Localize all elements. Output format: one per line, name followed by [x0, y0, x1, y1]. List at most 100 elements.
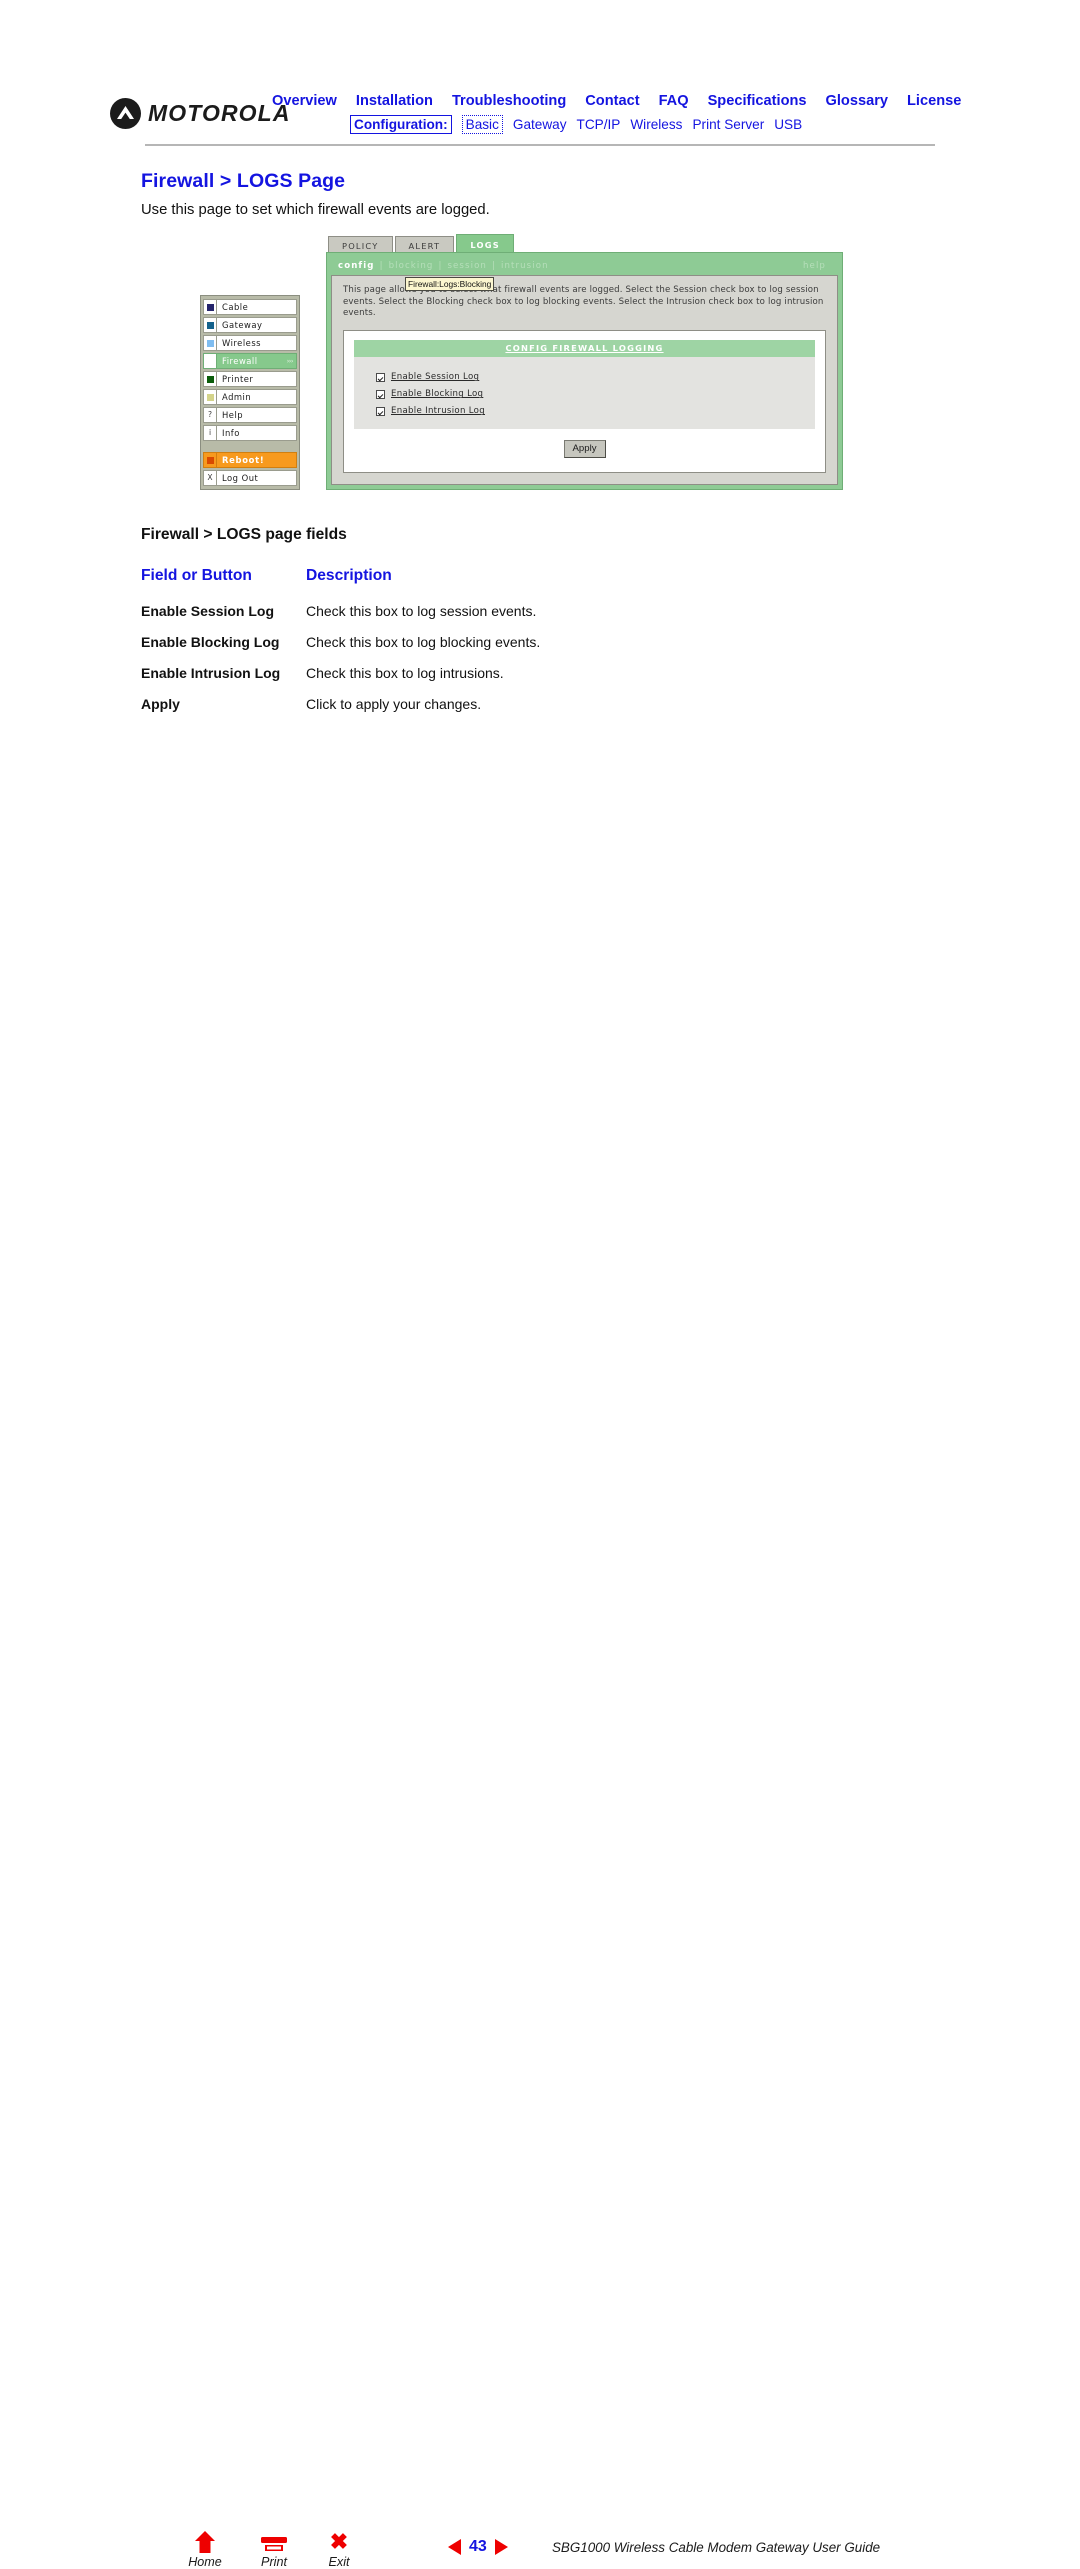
column-header-field: Field or Button	[141, 567, 252, 584]
sidebar-item-firewall[interactable]: Firewall ›››	[203, 353, 297, 369]
table-row: Enable Intrusion Log Check this box to l…	[141, 665, 841, 696]
nav-item-overview[interactable]: Overview	[272, 92, 337, 110]
sidebar-item-label: Admin	[222, 392, 252, 402]
subnav-item-intrusion[interactable]: intrusion	[501, 261, 549, 271]
router-sidebar: Cable Gateway Wireless Firewall ››› Prin…	[200, 295, 300, 490]
apply-button[interactable]: Apply	[563, 439, 606, 458]
checkbox-label[interactable]: Enable Session Log	[391, 372, 479, 382]
checkbox-row[interactable]: Enable Intrusion Log	[376, 403, 815, 420]
fields-table: Field or Button Description Enable Sessi…	[141, 567, 841, 727]
configuration-label: Configuration:	[350, 115, 452, 134]
subnav-separator: |	[379, 261, 384, 271]
sidebar-item-admin[interactable]: Admin	[203, 389, 297, 405]
brand-name: MOTOROLA	[148, 100, 291, 126]
sidebar-item-gateway[interactable]: Gateway	[203, 317, 297, 333]
motorola-batwing-logo-icon	[110, 98, 141, 129]
cell-description: Check this box to log blocking events.	[306, 634, 541, 650]
home-label: Home	[188, 2555, 222, 2569]
page-intro-text: Use this page to set which firewall even…	[141, 202, 490, 218]
gateway-chip-icon	[204, 318, 217, 332]
home-button[interactable]: Home	[176, 2528, 234, 2569]
nav-item-wireless[interactable]: Wireless	[630, 116, 682, 133]
page-title: Firewall > LOGS Page	[141, 170, 346, 192]
enable-session-log-checkbox[interactable]	[376, 372, 385, 382]
subnav-item-config[interactable]: config	[338, 261, 375, 271]
nav-item-installation[interactable]: Installation	[356, 92, 433, 110]
nav-item-faq[interactable]: FAQ	[659, 92, 689, 110]
nav-item-license[interactable]: License	[907, 92, 961, 110]
subnav-item-help[interactable]: help	[803, 261, 831, 271]
checkbox-group: Enable Session Log Enable Blocking Log E…	[354, 356, 815, 429]
brand-logo: MOTOROLA	[110, 98, 291, 129]
table-header-row: Field or Button Description	[141, 567, 841, 603]
subnav-separator: |	[491, 261, 496, 271]
cell-field: Enable Intrusion Log	[141, 665, 281, 681]
wireless-chip-icon	[204, 336, 217, 350]
print-button[interactable]: Print	[245, 2528, 303, 2569]
home-icon	[176, 2528, 234, 2554]
subnav-separator: |	[438, 261, 443, 271]
nav-item-glossary[interactable]: Glossary	[826, 92, 888, 110]
page-navigator: 43	[448, 2538, 508, 2556]
sidebar-item-label: Info	[222, 428, 240, 438]
sidebar-item-label: Log Out	[222, 473, 259, 483]
print-label: Print	[261, 2555, 287, 2569]
page-number: 43	[469, 2538, 487, 2555]
table-row: Enable Blocking Log Check this box to lo…	[141, 634, 841, 665]
subnav-item-session[interactable]: session	[447, 261, 487, 271]
fields-section-title: Firewall > LOGS page fields	[141, 526, 347, 543]
embedded-router-screenshot: Cable Gateway Wireless Firewall ››› Prin…	[198, 232, 843, 492]
cell-field: Enable Blocking Log	[141, 634, 280, 650]
page-header: MOTOROLA Overview Installation Troublesh…	[0, 0, 1080, 150]
close-x-icon: ✖	[329, 2529, 349, 2554]
table-row: Enable Session Log Check this box to log…	[141, 603, 841, 634]
nav-item-specifications[interactable]: Specifications	[708, 92, 807, 110]
tooltip: Firewall:Logs:Blocking	[405, 277, 495, 291]
document-title: SBG1000 Wireless Cable Modem Gateway Use…	[552, 2540, 881, 2555]
reboot-chip-icon	[204, 453, 217, 467]
table-row: Apply Click to apply your changes.	[141, 696, 841, 727]
page-footer: Home Print ✖ Exit 43 SBG1000 Wireless Ca…	[0, 1258, 1080, 2569]
nav-item-gateway[interactable]: Gateway	[513, 116, 567, 133]
question-mark-icon: ?	[204, 408, 217, 422]
close-x-icon: X	[204, 471, 217, 485]
cell-description: Click to apply your changes.	[306, 696, 482, 712]
apply-button-row: Apply	[354, 429, 815, 458]
sidebar-item-wireless[interactable]: Wireless	[203, 335, 297, 351]
subnav-item-blocking[interactable]: blocking	[389, 261, 434, 271]
exit-button[interactable]: ✖ Exit	[310, 2528, 368, 2569]
admin-chip-icon	[204, 390, 217, 404]
cell-field: Enable Session Log	[141, 603, 275, 619]
nav-item-basic[interactable]: Basic	[461, 115, 503, 134]
sidebar-item-label: Firewall	[222, 356, 258, 366]
enable-intrusion-log-checkbox[interactable]	[376, 406, 385, 416]
printer-chip-icon	[204, 372, 217, 386]
sidebar-item-log-out[interactable]: X Log Out	[203, 470, 297, 486]
sidebar-item-info[interactable]: i Info	[203, 425, 297, 441]
info-icon: i	[204, 426, 217, 440]
cell-description: Check this box to log session events.	[306, 603, 537, 619]
checkbox-label[interactable]: Enable Intrusion Log	[391, 406, 485, 416]
enable-blocking-log-checkbox[interactable]	[376, 389, 385, 399]
checkbox-row[interactable]: Enable Blocking Log	[376, 386, 815, 403]
sidebar-item-label: Reboot!	[222, 455, 265, 465]
triangle-left-icon[interactable]	[448, 2539, 461, 2555]
chevron-right-icon: ›››	[286, 357, 294, 365]
nav-item-usb[interactable]: USB	[774, 116, 802, 133]
sidebar-item-help[interactable]: ? Help	[203, 407, 297, 423]
sidebar-item-printer[interactable]: Printer	[203, 371, 297, 387]
sidebar-item-label: Gateway	[222, 320, 263, 330]
header-divider	[145, 144, 935, 146]
checkbox-label[interactable]: Enable Blocking Log	[391, 389, 483, 399]
sidebar-item-reboot[interactable]: Reboot!	[203, 452, 297, 468]
nav-item-print-server[interactable]: Print Server	[692, 116, 764, 133]
sidebar-item-cable[interactable]: Cable	[203, 299, 297, 315]
nav-item-tcpip[interactable]: TCP/IP	[577, 116, 621, 133]
header-nav: Overview Installation Troubleshooting Co…	[272, 92, 972, 134]
checkbox-row[interactable]: Enable Session Log	[376, 369, 815, 386]
column-header-description: Description	[306, 567, 392, 584]
nav-item-troubleshooting[interactable]: Troubleshooting	[452, 92, 566, 110]
nav-item-contact[interactable]: Contact	[585, 92, 639, 110]
triangle-right-icon[interactable]	[494, 2539, 508, 2555]
